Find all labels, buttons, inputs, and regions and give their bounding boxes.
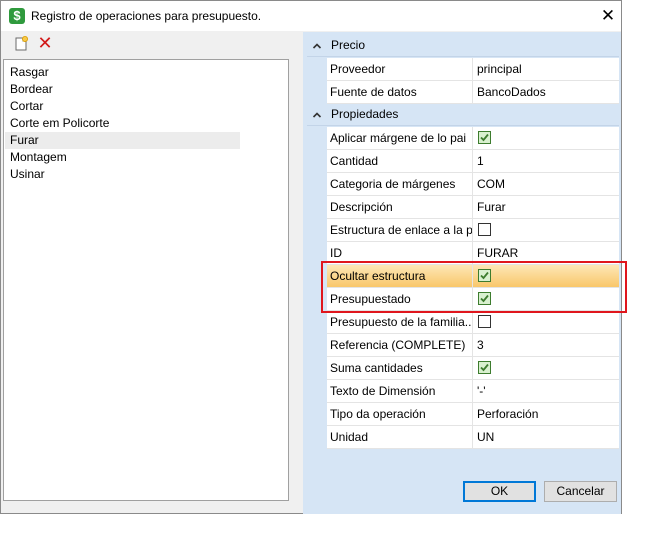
dollar-icon: $ [9,8,25,24]
property-row[interactable]: Presupuesto de la familia... [327,311,619,334]
annotation-highlight-box [321,261,627,313]
property-name: Cantidad [327,150,473,173]
list-item[interactable]: Montagem [10,149,67,166]
property-grid: Precio Proveedor principal Fuente de datos B… [307,35,619,481]
new-document-icon[interactable] [14,36,29,51]
property-checkbox[interactable] [478,223,491,236]
property-row[interactable]: Categoria de márgenes COM [327,173,619,196]
property-value[interactable]: UN [477,426,617,449]
property-name: Categoria de márgenes [327,173,473,196]
property-row[interactable]: Fuente de datos BancoDados [327,81,619,104]
ok-button[interactable]: OK [463,481,536,502]
property-name: Presupuesto de la familia... [327,311,473,334]
list-item[interactable]: Cortar [10,98,43,115]
list-item[interactable]: Rasgar [10,64,49,81]
property-row[interactable]: Proveedor principal [327,58,619,81]
property-value[interactable]: 1 [477,150,617,173]
property-row[interactable]: Referencia (COMPLETE) 3 [327,334,619,357]
property-name: Texto de Dimensión [327,380,473,403]
property-row[interactable]: Unidad UN [327,426,619,449]
toolbar: ✕ [2,32,292,56]
property-checkbox[interactable] [478,131,491,144]
property-name: Proveedor [327,58,473,81]
property-row[interactable]: Estructura de enlace a la p... [327,219,619,242]
property-row[interactable]: Aplicar márgene de lo pai [327,127,619,150]
list-item[interactable]: Usinar [10,166,45,183]
property-name: Unidad [327,426,473,449]
property-name: Referencia (COMPLETE) [327,334,473,357]
property-name: Estructura de enlace a la p... [327,219,473,242]
chevron-up-icon[interactable] [311,40,323,52]
list-item[interactable]: Bordear [10,81,53,98]
property-row[interactable]: Cantidad 1 [327,150,619,173]
dialog-window: $ Registro de operaciones para presupues… [0,0,622,514]
property-row[interactable]: Tipo da operación Perforación [327,403,619,426]
property-value[interactable]: COM [477,173,617,196]
property-row[interactable]: Texto de Dimensión '-' [327,380,619,403]
list-item[interactable]: Corte em Policorte [10,115,109,132]
property-value[interactable]: principal [477,58,617,81]
property-row[interactable]: Suma cantidades [327,357,619,380]
list-item[interactable]: Furar [5,132,240,149]
cancel-button[interactable]: Cancelar [544,481,617,502]
property-checkbox[interactable] [478,315,491,328]
category-row[interactable]: Propiedades [307,104,619,126]
property-value[interactable]: Furar [477,196,617,219]
title-bar: $ Registro de operaciones para presupues… [1,1,621,31]
property-name: Descripción [327,196,473,219]
category-row[interactable]: Precio [307,35,619,57]
property-value[interactable]: BancoDados [477,81,617,104]
property-name: Aplicar márgene de lo pai [327,127,473,150]
property-checkbox[interactable] [478,361,491,374]
property-value[interactable]: Perforación [477,403,617,426]
category-label: Precio [331,38,366,52]
chevron-up-icon[interactable] [311,109,323,121]
close-button[interactable]: ✕ [597,5,619,27]
property-value[interactable]: '-' [477,380,617,403]
property-name: Tipo da operación [327,403,473,426]
delete-icon[interactable]: ✕ [37,34,53,52]
operations-list: Rasgar Bordear Cortar Corte em Policorte Fur… [3,59,289,501]
property-value[interactable]: 3 [477,334,617,357]
window-title: Registro de operaciones para presupuesto… [31,9,262,23]
category-label: Propiedades [331,107,399,121]
property-row[interactable]: Descripción Furar [327,196,619,219]
property-name: Fuente de datos [327,81,473,104]
property-name: Suma cantidades [327,357,473,380]
